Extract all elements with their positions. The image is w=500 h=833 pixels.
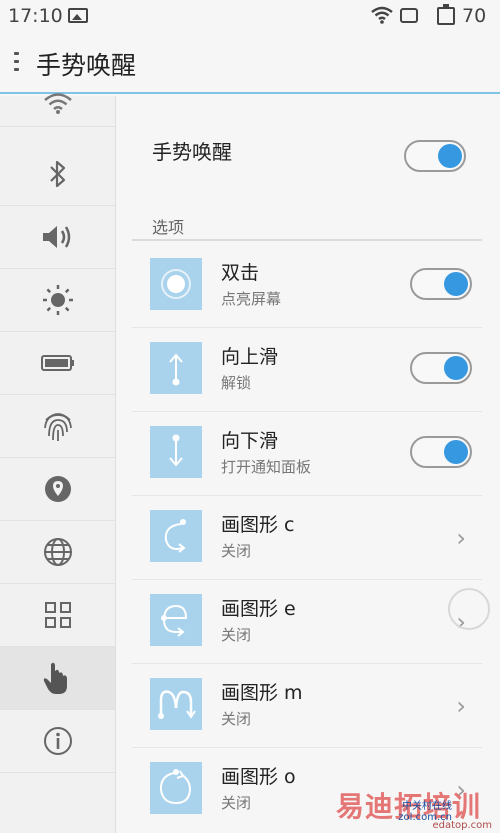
double-tap-icon — [150, 258, 202, 310]
option-title: 画图形 m — [221, 682, 303, 704]
sidebar-item-globe[interactable] — [0, 521, 115, 584]
toggle-knob — [444, 440, 468, 464]
page-title: 手势唤醒 — [36, 51, 137, 80]
option-subtitle: 打开通知面板 — [221, 458, 312, 476]
double-tap-toggle[interactable] — [410, 268, 472, 300]
option-subtitle: 关闭 — [221, 794, 252, 812]
touch-ripple — [448, 588, 490, 630]
option-title: 向上滑 — [221, 346, 279, 368]
sidebar-item-bluetooth[interactable] — [0, 143, 115, 206]
section-label: 选项 — [152, 218, 185, 237]
draw-c-icon — [150, 510, 202, 562]
toggle-knob — [444, 356, 468, 380]
sidebar-item-info[interactable] — [0, 710, 115, 773]
toggle-knob — [438, 144, 462, 168]
option-title: 向下滑 — [221, 430, 279, 452]
watermark-sub1: 中关村在线 — [402, 801, 452, 812]
draw-o-icon — [150, 762, 202, 814]
gesture-wake-label: 手势唤醒 — [152, 140, 232, 164]
sidebar-item-fingerprint[interactable] — [0, 395, 115, 458]
sidebar-item-brightness[interactable] — [0, 269, 115, 332]
battery-percent: 70 — [462, 5, 487, 27]
globe-icon — [43, 538, 72, 566]
option-draw-m[interactable]: 画图形 m 关闭 › — [132, 664, 482, 748]
sidebar-item-location[interactable] — [0, 458, 115, 521]
hand-gesture-icon — [43, 662, 67, 694]
info-icon — [43, 727, 72, 755]
sidebar-item-wifi[interactable] — [0, 80, 115, 127]
swipe-down-toggle[interactable] — [410, 436, 472, 468]
swipe-up-icon — [150, 342, 202, 394]
image-icon — [68, 8, 88, 23]
watermark-domain: edatop.com — [432, 820, 492, 831]
apps-grid-icon — [44, 602, 71, 628]
chevron-right-icon: › — [456, 692, 466, 720]
status-bar: 17:10 70 — [0, 0, 500, 32]
option-subtitle: 关闭 — [221, 626, 252, 644]
battery-icon — [437, 4, 455, 25]
sim-icon — [400, 8, 418, 23]
status-time: 17:10 — [8, 5, 63, 27]
battery-icon — [40, 355, 74, 371]
option-subtitle: 解锁 — [221, 374, 252, 392]
option-subtitle: 关闭 — [221, 710, 252, 728]
sidebar-item-battery[interactable] — [0, 332, 115, 395]
sidebar-item-apps[interactable] — [0, 584, 115, 647]
bluetooth-icon — [49, 160, 65, 188]
brightness-icon — [42, 285, 73, 315]
swipe-down-icon — [150, 426, 202, 478]
main-content: 手势唤醒 选项 双击 点亮屏幕 向上滑 解锁 向下滑 打开通知面板 画图形 c … — [116, 96, 500, 833]
draw-m-icon — [150, 678, 202, 730]
option-draw-c[interactable]: 画图形 c 关闭 › — [132, 496, 482, 580]
section-divider — [132, 239, 482, 241]
draw-e-icon — [150, 594, 202, 646]
option-double-tap[interactable]: 双击 点亮屏幕 — [132, 244, 482, 328]
watermark: 易迪拓培训 中关村在线 zol.com.cn edatop.com — [336, 790, 496, 831]
option-draw-e[interactable]: 画图形 e 关闭 › — [132, 580, 490, 664]
wifi-icon — [370, 5, 394, 30]
chevron-right-icon: › — [456, 524, 466, 552]
fingerprint-icon — [43, 413, 72, 441]
option-swipe-up[interactable]: 向上滑 解锁 — [132, 328, 482, 412]
swipe-up-toggle[interactable] — [410, 352, 472, 384]
option-swipe-down[interactable]: 向下滑 打开通知面板 — [132, 412, 482, 496]
menu-handle-icon[interactable] — [14, 52, 20, 76]
sidebar — [0, 93, 116, 833]
option-title: 双击 — [221, 262, 260, 284]
toggle-knob — [444, 272, 468, 296]
option-subtitle: 点亮屏幕 — [221, 290, 282, 308]
location-icon — [44, 476, 71, 502]
sidebar-item-volume[interactable] — [0, 206, 115, 269]
option-title: 画图形 o — [221, 766, 296, 788]
volume-icon — [42, 226, 70, 248]
gesture-wake-toggle[interactable] — [404, 140, 466, 172]
sidebar-item-gesture[interactable] — [0, 647, 115, 710]
option-subtitle: 关闭 — [221, 542, 252, 560]
wifi-icon — [43, 93, 72, 114]
option-title: 画图形 c — [221, 514, 295, 536]
option-title: 画图形 e — [221, 598, 296, 620]
